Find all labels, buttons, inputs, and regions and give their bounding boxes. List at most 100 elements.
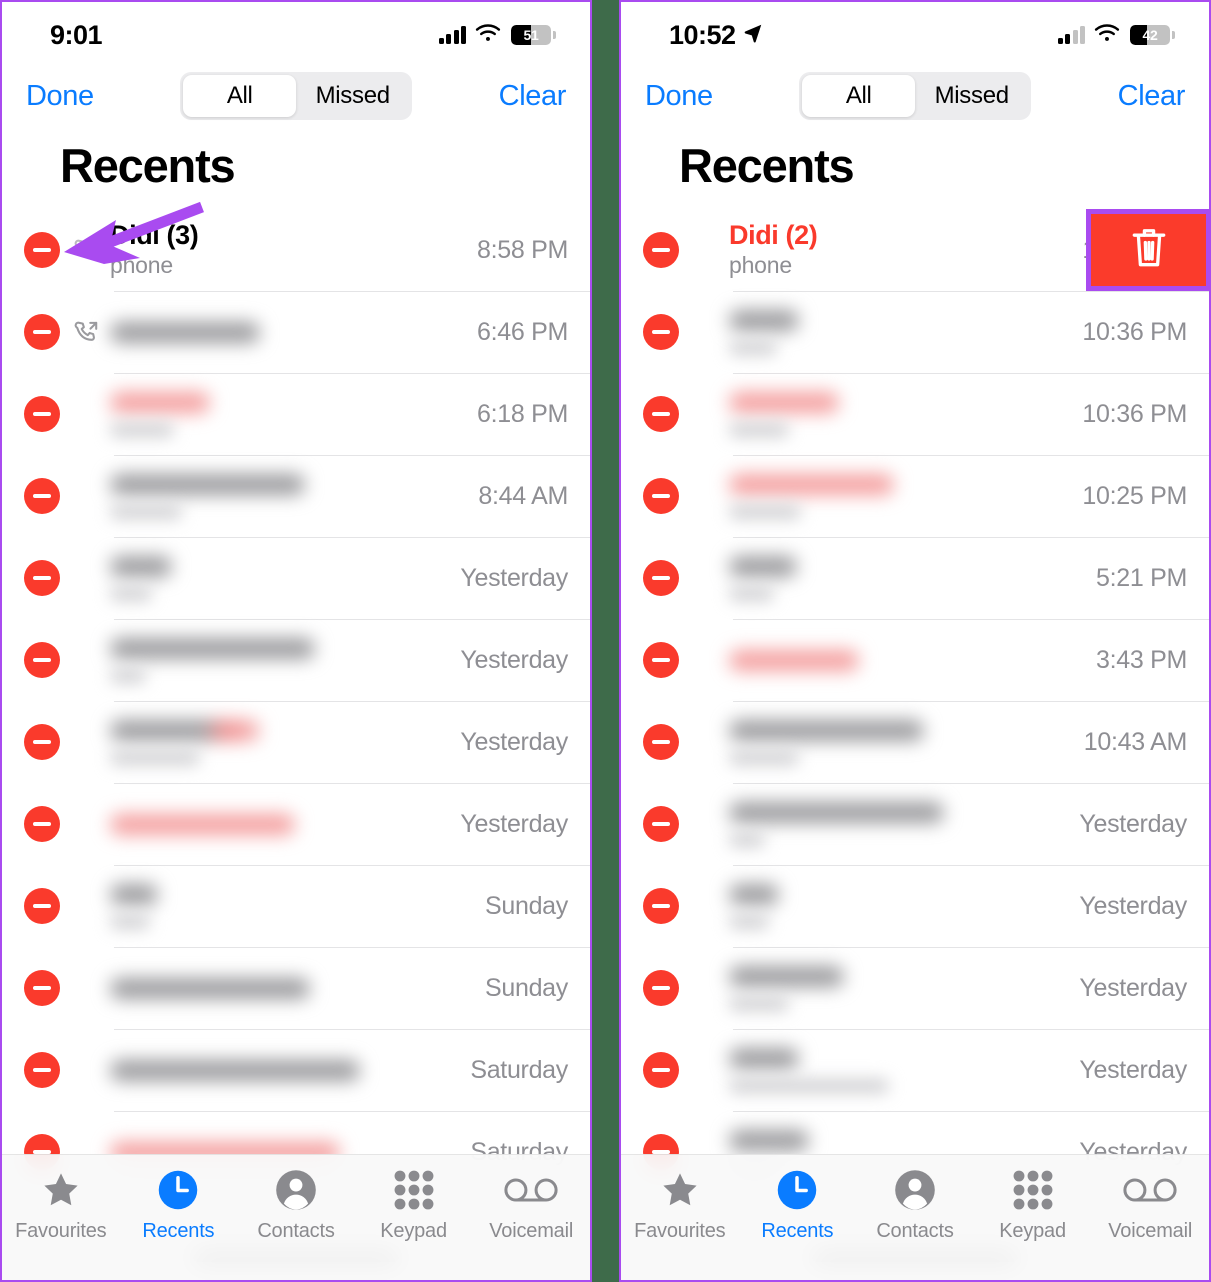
call-row[interactable]: 6:18 PM (2, 373, 590, 455)
done-button[interactable]: Done (645, 80, 713, 113)
row-separator (733, 1111, 1209, 1112)
delete-row-minus-button[interactable] (643, 478, 679, 514)
incoming-call-icon (70, 237, 104, 263)
call-row[interactable]: Yesterday (621, 1029, 1209, 1111)
call-row[interactable]: 6:46 PM (2, 291, 590, 373)
battery-icon: 42 (1130, 25, 1175, 45)
row-separator (114, 291, 590, 292)
tab-keypad[interactable]: Keypad (974, 1167, 1092, 1280)
delete-row-minus-button[interactable] (643, 396, 679, 432)
blurred-contact-name (729, 965, 844, 987)
delete-row-minus-button[interactable] (643, 888, 679, 924)
call-row-content (723, 391, 1082, 437)
call-timestamp: 5:21 PM (1095, 563, 1187, 592)
delete-row-minus-button[interactable] (24, 806, 60, 842)
delete-row-minus-button[interactable] (643, 560, 679, 596)
delete-row-minus-button[interactable] (24, 642, 60, 678)
call-row[interactable]: Yesterday (2, 701, 590, 783)
call-row[interactable]: Didi (2) phone 10:37 PM (621, 209, 1209, 291)
delete-row-minus-button[interactable] (24, 314, 60, 350)
keypad-grid-icon (393, 1167, 435, 1213)
call-row[interactable]: 10:36 PM (621, 291, 1209, 373)
tab-favourites[interactable]: Favourites (2, 1167, 120, 1280)
delete-row-minus-button[interactable] (643, 1052, 679, 1088)
row-separator (733, 291, 1209, 292)
call-row[interactable]: 10:36 PM (621, 373, 1209, 455)
tab-label: Keypad (380, 1220, 447, 1242)
delete-row-minus-button[interactable] (643, 724, 679, 760)
call-row-content (104, 813, 460, 835)
tab-favourites[interactable]: Favourites (621, 1167, 739, 1280)
delete-row-minus-button[interactable] (24, 970, 60, 1006)
tab-label: Recents (142, 1220, 215, 1242)
call-row-content (104, 1059, 470, 1081)
voicemail-icon (504, 1167, 558, 1213)
clear-button[interactable]: Clear (499, 80, 567, 113)
call-row[interactable]: Yesterday (2, 619, 590, 701)
delete-button[interactable] (1091, 214, 1206, 286)
row-separator (114, 1029, 590, 1030)
tab-recents[interactable]: Recents (739, 1167, 857, 1280)
tab-voicemail[interactable]: Voicemail (472, 1167, 590, 1280)
delete-row-minus-button[interactable] (24, 478, 60, 514)
blurred-contact-name (729, 555, 797, 577)
tab-keypad[interactable]: Keypad (355, 1167, 473, 1280)
tab-label: Keypad (999, 1220, 1066, 1242)
delete-row-minus-button[interactable] (24, 560, 60, 596)
segment-all[interactable]: All (802, 75, 916, 117)
tab-contacts[interactable]: Contacts (856, 1167, 974, 1280)
call-timestamp: 10:43 AM (1083, 727, 1188, 756)
call-row-content: Didi (3) phone (104, 220, 477, 280)
done-button[interactable]: Done (26, 80, 94, 113)
call-row[interactable]: 8:44 AM (2, 455, 590, 537)
delete-row-minus-button[interactable] (24, 724, 60, 760)
status-indicators: 51 (438, 23, 556, 48)
delete-row-minus-button[interactable] (24, 232, 60, 268)
blurred-contact-name (729, 1129, 809, 1151)
call-row[interactable]: Sunday (2, 947, 590, 1029)
tab-recents[interactable]: Recents (120, 1167, 238, 1280)
status-time: 9:01 (50, 20, 103, 51)
clear-button[interactable]: Clear (1118, 80, 1186, 113)
call-timestamp: Yesterday (460, 563, 568, 592)
call-row[interactable]: 10:43 AM (621, 701, 1209, 783)
row-separator (733, 537, 1209, 538)
segment-all[interactable]: All (183, 75, 297, 117)
call-row[interactable]: Didi (3) phone 8:58 PM (2, 209, 590, 291)
call-row[interactable]: Yesterday (621, 865, 1209, 947)
call-row-content (104, 977, 485, 999)
delete-row-minus-button[interactable] (24, 888, 60, 924)
call-row[interactable]: 5:21 PM (621, 537, 1209, 619)
row-separator (733, 701, 1209, 702)
delete-row-minus-button[interactable] (643, 232, 679, 268)
call-row[interactable]: Yesterday (2, 783, 590, 865)
row-separator (114, 701, 590, 702)
segment-missed[interactable]: Missed (915, 75, 1028, 117)
blurred-contact-detail (729, 832, 765, 847)
call-row[interactable]: Yesterday (621, 783, 1209, 865)
call-row[interactable]: Yesterday (621, 947, 1209, 1029)
call-row[interactable]: Sunday (2, 865, 590, 947)
call-timestamp: Yesterday (1079, 809, 1187, 838)
delete-row-minus-button[interactable] (643, 806, 679, 842)
row-separator (733, 865, 1209, 866)
delete-row-minus-button[interactable] (643, 314, 679, 350)
call-row[interactable]: Saturday (2, 1029, 590, 1111)
blurred-contact-name (110, 813, 295, 835)
call-filter-segmented-control[interactable]: All Missed (799, 72, 1032, 120)
tab-label: Contacts (257, 1220, 335, 1242)
tab-contacts[interactable]: Contacts (237, 1167, 355, 1280)
delete-row-minus-button[interactable] (24, 1052, 60, 1088)
call-filter-segmented-control[interactable]: All Missed (180, 72, 413, 120)
tab-voicemail[interactable]: Voicemail (1091, 1167, 1209, 1280)
delete-row-minus-button[interactable] (24, 396, 60, 432)
call-row[interactable]: 3:43 PM (621, 619, 1209, 701)
segment-missed[interactable]: Missed (296, 75, 409, 117)
call-row[interactable]: 10:25 PM (621, 455, 1209, 537)
delete-row-minus-button[interactable] (643, 642, 679, 678)
person-circle-icon (274, 1167, 318, 1213)
call-row-content (104, 719, 460, 765)
delete-row-minus-button[interactable] (643, 970, 679, 1006)
call-row[interactable]: Yesterday (2, 537, 590, 619)
call-timestamp: 8:44 AM (478, 481, 568, 510)
